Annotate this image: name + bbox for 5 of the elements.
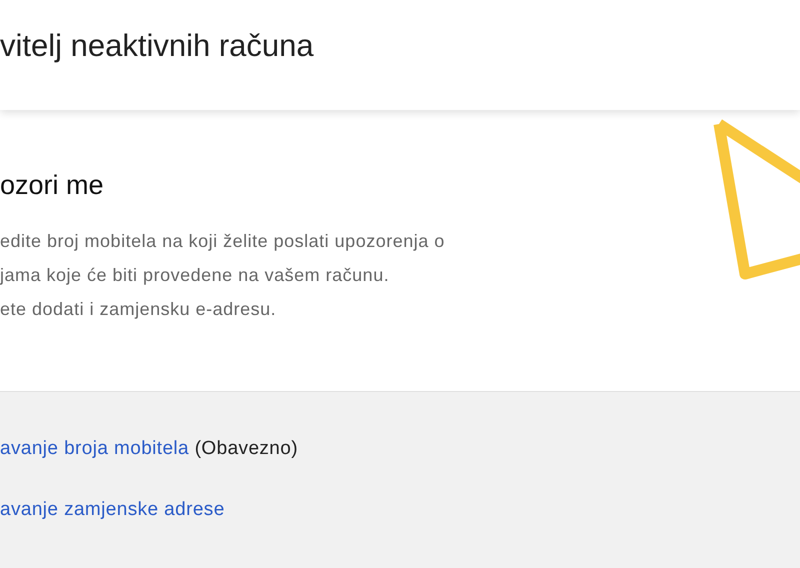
page-title: vitelj neaktivnih računa xyxy=(0,27,314,65)
link[interactable]: avanje zamjenske adrese xyxy=(0,499,225,520)
section-heading: ozori me xyxy=(0,169,104,202)
required-note: (Obavezno) xyxy=(194,438,298,459)
link[interactable]: avanje broja mobitela xyxy=(0,438,190,459)
